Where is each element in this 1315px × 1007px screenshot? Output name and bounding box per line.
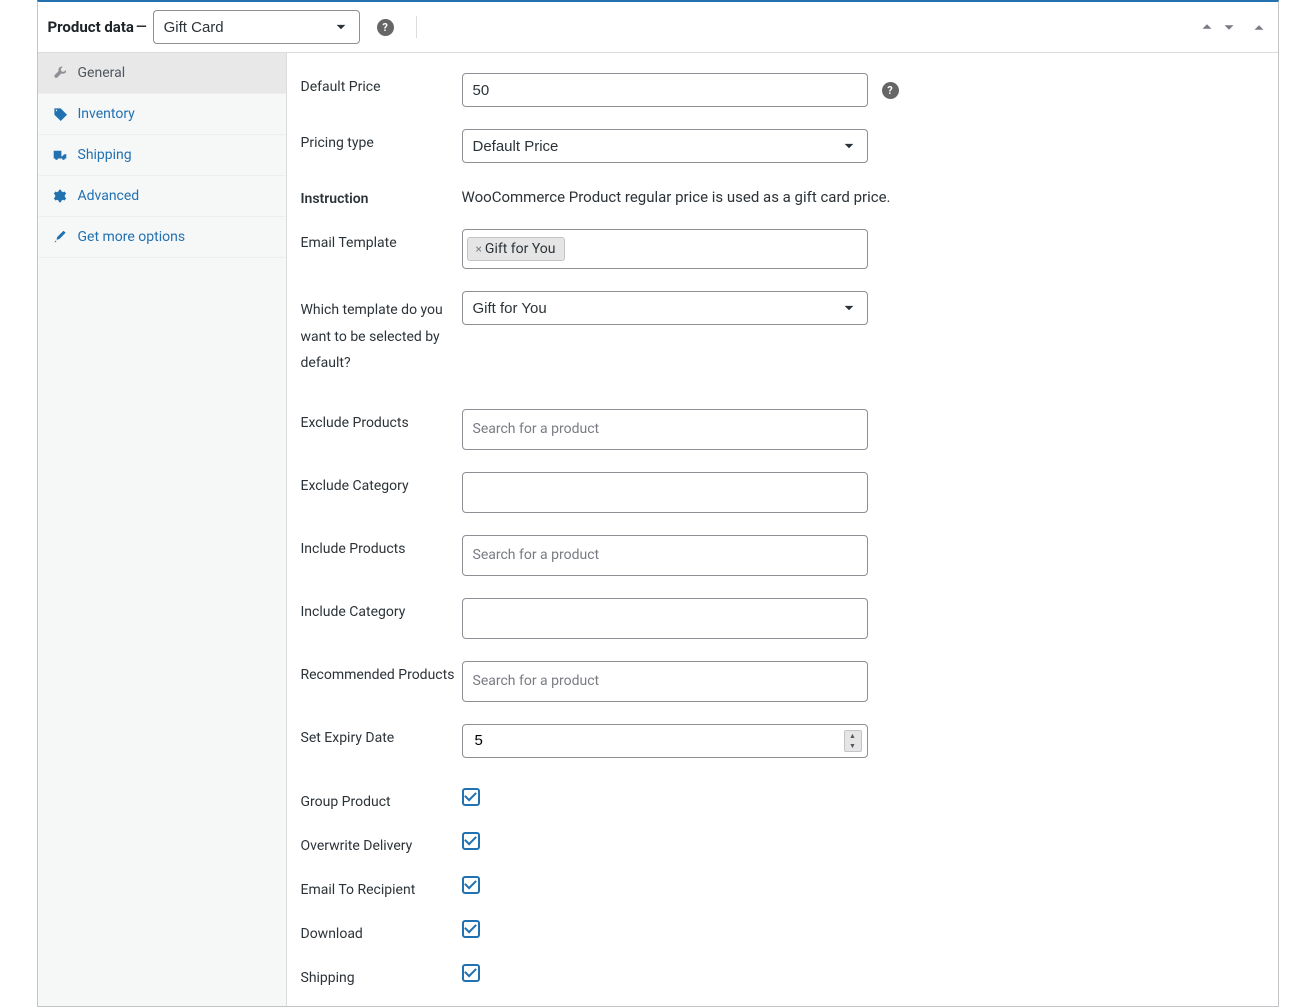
shipping-checkbox[interactable] bbox=[462, 964, 480, 982]
label-download: Download bbox=[301, 920, 462, 942]
product-data-panel: Product data — Gift Card ? General bbox=[37, 0, 1279, 1007]
row-email-template: Email Template × Gift for You bbox=[301, 229, 1264, 269]
instruction-text: WooCommerce Product regular price is use… bbox=[462, 185, 891, 206]
brush-icon bbox=[52, 229, 68, 245]
row-recommended-products: Recommended Products Search for a produc… bbox=[301, 661, 1264, 702]
sidebar-item-label: Advanced bbox=[78, 188, 140, 204]
label-include-category: Include Category bbox=[301, 598, 462, 620]
panel-controls bbox=[1198, 18, 1268, 36]
panel-down-icon[interactable] bbox=[1220, 18, 1238, 36]
row-group-product: Group Product bbox=[301, 788, 1264, 810]
sidebar-item-more-options[interactable]: Get more options bbox=[38, 217, 286, 258]
placeholder: Search for a product bbox=[467, 421, 600, 437]
truck-icon bbox=[52, 147, 68, 163]
help-icon[interactable]: ? bbox=[882, 82, 899, 99]
default-template-select[interactable]: Gift for You bbox=[462, 291, 868, 325]
template-tag[interactable]: × Gift for You bbox=[467, 237, 565, 261]
row-exclude-category: Exclude Category bbox=[301, 472, 1264, 513]
spinner-up-icon[interactable]: ▲ bbox=[845, 731, 861, 741]
panel-header: Product data — Gift Card ? bbox=[38, 2, 1278, 53]
sidebar-item-inventory[interactable]: Inventory bbox=[38, 94, 286, 135]
row-expiry-date: Set Expiry Date ▲ ▼ bbox=[301, 724, 1264, 758]
placeholder: Search for a product bbox=[467, 547, 600, 563]
row-email-to-recipient: Email To Recipient bbox=[301, 876, 1264, 898]
label-instruction: Instruction bbox=[301, 185, 462, 207]
download-checkbox[interactable] bbox=[462, 920, 480, 938]
spinner-down-icon[interactable]: ▼ bbox=[845, 741, 861, 751]
sidebar-item-general[interactable]: General bbox=[38, 53, 286, 94]
label-pricing-type: Pricing type bbox=[301, 129, 462, 151]
placeholder: Search for a product bbox=[467, 673, 600, 689]
label-default-template: Which template do you want to be selecte… bbox=[301, 291, 462, 377]
row-include-category: Include Category bbox=[301, 598, 1264, 639]
divider bbox=[416, 16, 417, 38]
email-template-multiselect[interactable]: × Gift for You bbox=[462, 229, 868, 269]
sidebar-item-advanced[interactable]: Advanced bbox=[38, 176, 286, 217]
panel-toggle-icon[interactable] bbox=[1250, 18, 1268, 36]
sidebar-item-label: General bbox=[78, 65, 126, 81]
title-dash: — bbox=[136, 19, 147, 35]
include-category-input[interactable] bbox=[462, 598, 868, 639]
overwrite-delivery-checkbox[interactable] bbox=[462, 832, 480, 850]
sidebar-item-label: Get more options bbox=[78, 229, 186, 245]
include-products-input[interactable]: Search for a product bbox=[462, 535, 868, 576]
sidebar-item-shipping[interactable]: Shipping bbox=[38, 135, 286, 176]
group-product-checkbox[interactable] bbox=[462, 788, 480, 806]
label-group-product: Group Product bbox=[301, 788, 462, 810]
row-default-template: Which template do you want to be selecte… bbox=[301, 291, 1264, 377]
panel-title: Product data bbox=[48, 18, 134, 36]
panel-body: General Inventory Shipping Advanced bbox=[38, 53, 1278, 1006]
row-exclude-products: Exclude Products Search for a product bbox=[301, 409, 1264, 450]
label-exclude-products: Exclude Products bbox=[301, 409, 462, 431]
row-download: Download bbox=[301, 920, 1264, 942]
default-price-input[interactable] bbox=[462, 73, 868, 107]
sidebar: General Inventory Shipping Advanced bbox=[38, 53, 287, 1006]
label-default-price: Default Price bbox=[301, 73, 462, 95]
number-spinner: ▲ ▼ bbox=[844, 730, 862, 752]
sidebar-item-label: Shipping bbox=[78, 147, 132, 163]
label-shipping: Shipping bbox=[301, 964, 462, 986]
row-shipping: Shipping bbox=[301, 964, 1264, 986]
pricing-type-select[interactable]: Default Price bbox=[462, 129, 868, 163]
label-overwrite-delivery: Overwrite Delivery bbox=[301, 832, 462, 854]
gear-icon bbox=[52, 188, 68, 204]
sidebar-item-label: Inventory bbox=[78, 106, 135, 122]
row-overwrite-delivery: Overwrite Delivery bbox=[301, 832, 1264, 854]
exclude-category-input[interactable] bbox=[462, 472, 868, 513]
label-include-products: Include Products bbox=[301, 535, 462, 557]
panel-up-icon[interactable] bbox=[1198, 18, 1216, 36]
label-exclude-category: Exclude Category bbox=[301, 472, 462, 494]
label-email-template: Email Template bbox=[301, 229, 462, 251]
label-expiry-date: Set Expiry Date bbox=[301, 724, 462, 746]
product-type-select[interactable]: Gift Card bbox=[153, 10, 360, 44]
label-recommended-products: Recommended Products bbox=[301, 661, 462, 683]
row-pricing-type: Pricing type Default Price bbox=[301, 129, 1264, 163]
recommended-products-input[interactable]: Search for a product bbox=[462, 661, 868, 702]
expiry-date-input[interactable] bbox=[462, 724, 868, 758]
email-to-recipient-checkbox[interactable] bbox=[462, 876, 480, 894]
tag-remove-icon[interactable]: × bbox=[476, 242, 482, 256]
exclude-products-input[interactable]: Search for a product bbox=[462, 409, 868, 450]
row-include-products: Include Products Search for a product bbox=[301, 535, 1264, 576]
tag-icon bbox=[52, 106, 68, 122]
wrench-icon bbox=[52, 65, 68, 81]
row-instruction: Instruction WooCommerce Product regular … bbox=[301, 185, 1264, 207]
main-content: Default Price ? Pricing type Default Pri… bbox=[287, 53, 1278, 1006]
row-default-price: Default Price ? bbox=[301, 73, 1264, 107]
tag-label: Gift for You bbox=[485, 241, 556, 257]
help-icon[interactable]: ? bbox=[377, 19, 394, 36]
label-email-to-recipient: Email To Recipient bbox=[301, 876, 462, 898]
